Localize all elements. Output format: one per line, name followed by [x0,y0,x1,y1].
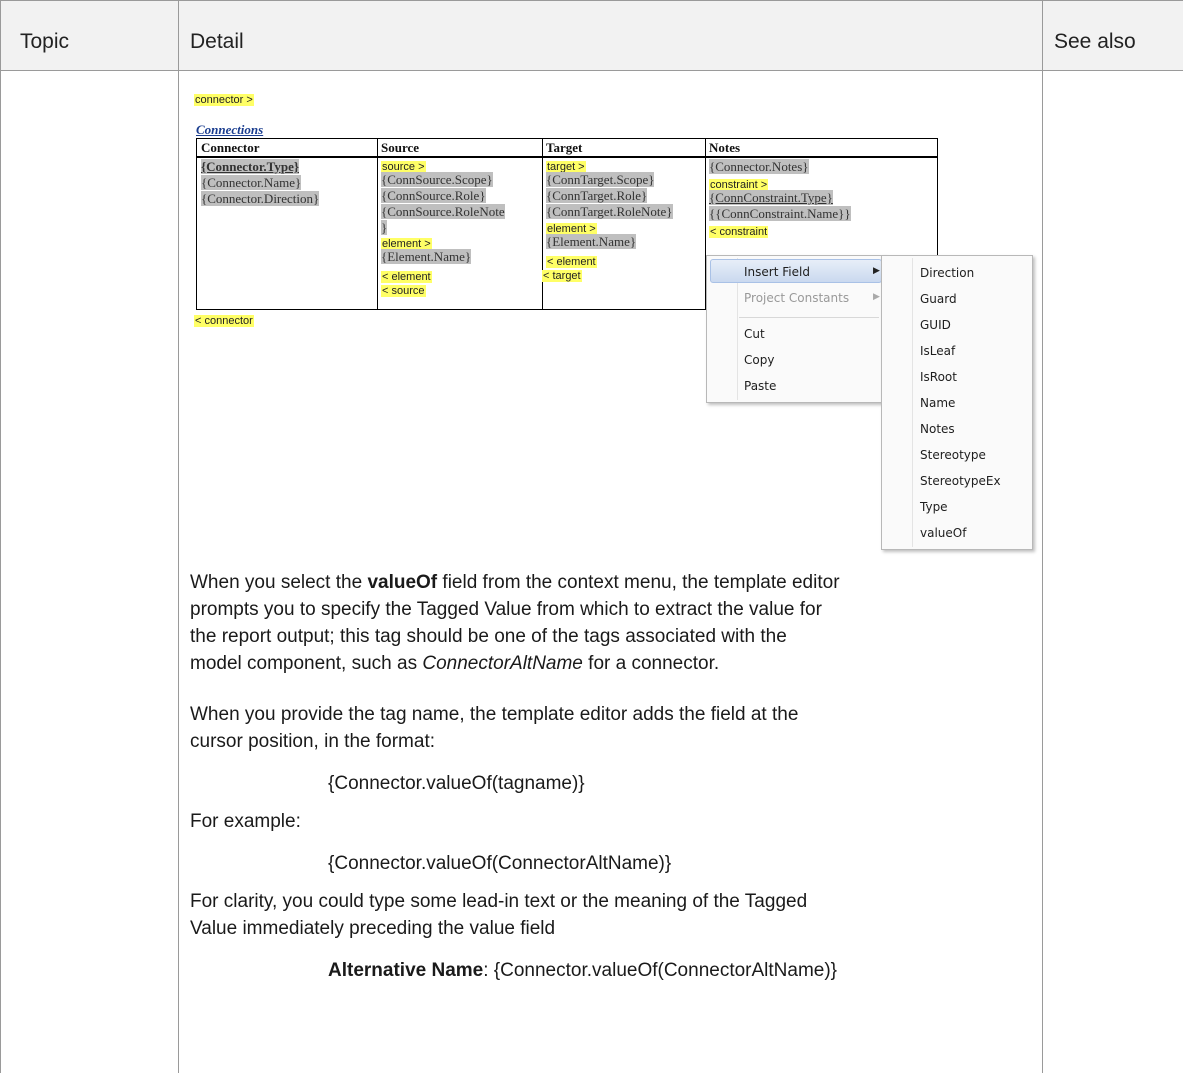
bold-label: Alternative Name [328,960,484,981]
paragraph-2-line-2: cursor position, in the format: [190,731,435,752]
paragraph-1-line-3: the report output; this tag should be on… [190,626,787,647]
field-source-role: {ConnSource.Role} [381,188,486,203]
code-example-2: Alternative Name: {Connector.valueOf(Con… [328,957,837,984]
col-target: Target [546,140,583,155]
menu-separator [739,317,879,318]
code-format: {Connector.valueOf(tagname)} [328,773,585,794]
submenu-item-notes[interactable]: Notes [920,422,955,436]
paragraph-1-line-2: prompts you to specify the Tagged Value … [190,599,822,620]
source-close-tag: < source [381,285,426,297]
field-constraint-name: {{ConnConstraint.Name}} [709,206,851,221]
text-run: field from the context menu, the templat… [437,572,840,593]
column-divider-topic [178,0,179,1073]
submenu-item-guard[interactable]: Guard [920,292,957,306]
field-source-element-name: {Element.Name} [381,249,472,264]
text-run: model component, such as [190,653,423,674]
connections-title: Connections [196,122,264,137]
insert-field-submenu: Direction Guard GUID IsLeaf IsRoot Name … [881,255,1033,550]
submenu-item-type[interactable]: Type [920,500,948,514]
submenu-item-isleaf[interactable]: IsLeaf [920,344,955,358]
field-connector-type: {Connector.Type} [201,159,299,174]
submenu-item-name[interactable]: Name [920,396,955,410]
menu-item-insert-field[interactable]: Insert Field [744,265,810,279]
header-detail: Detail [190,30,244,53]
menu-item-cut[interactable]: Cut [744,327,765,341]
submenu-item-direction[interactable]: Direction [920,266,974,280]
paragraph-4-line-2: Value immediately preceding the value fi… [190,918,556,939]
bold-term-valueof: valueOf [367,572,438,593]
submenu-item-stereotype[interactable]: Stereotype [920,448,986,462]
context-menu: Insert Field ▶ Project Constants ▶ Cut C… [706,255,886,403]
submenu-arrow-icon: ▶ [873,266,880,276]
text-run: for a connector. [582,653,720,674]
table-border-left [0,0,1,1073]
col-source: Source [381,140,420,155]
connector-close-tag: < connector [194,315,254,327]
field-source-rolenote-end: } [381,220,388,235]
paragraph-3: For example: [190,811,301,832]
submenu-item-valueof[interactable]: valueOf [920,526,966,540]
field-target-rolenote: {ConnTarget.RoleNote} [546,204,673,219]
paragraph-4-line-1: For clarity, you could type some lead-in… [190,891,808,912]
text-run: : {Connector.valueOf(ConnectorAltName)} [483,960,838,981]
field-connector-direction: {Connector.Direction} [201,191,320,206]
menu-item-project-constants[interactable]: Project Constants [744,291,849,305]
connector-open-tag: connector > [194,94,254,106]
menu-item-copy[interactable]: Copy [744,353,774,367]
col-connector: Connector [201,140,260,155]
submenu-item-stereotypeex[interactable]: StereotypeEx [920,474,1001,488]
submenu-arrow-icon: ▶ [873,292,880,302]
paragraph-2-line-1: When you provide the tag name, the templ… [190,704,799,725]
field-constraint-type: {ConnConstraint.Type} [709,190,833,205]
code-example: {Connector.valueOf(ConnectorAltName)} [328,853,672,874]
column-divider-detail [1042,0,1043,1073]
italic-term: ConnectorAltName [422,653,583,674]
field-connector-name: {Connector.Name} [201,175,302,190]
field-target-scope: {ConnTarget.Scope} [546,172,655,187]
field-target-element-name: {Element.Name} [546,234,637,249]
paragraph-1-line-1: When you select the valueOf field from t… [190,569,840,596]
text-run: When you select the [190,572,368,593]
field-target-role: {ConnTarget.Role} [546,188,648,203]
submenu-item-isroot[interactable]: IsRoot [920,370,957,384]
target-close-tag: < target [542,270,582,282]
menu-item-paste[interactable]: Paste [744,379,776,393]
header-see-also: See also [1054,30,1136,53]
header-topic: Topic [20,30,70,53]
field-source-rolenote: {ConnSource.RoleNote [381,204,505,219]
submenu-item-guid[interactable]: GUID [920,318,951,332]
constraint-close-tag: < constraint [709,226,769,238]
paragraph-1-line-4: model component, such as ConnectorAltNam… [190,650,719,677]
col-notes: Notes [709,140,741,155]
field-source-scope: {ConnSource.Scope} [381,172,493,187]
field-connector-notes: {Connector.Notes} [709,159,809,174]
